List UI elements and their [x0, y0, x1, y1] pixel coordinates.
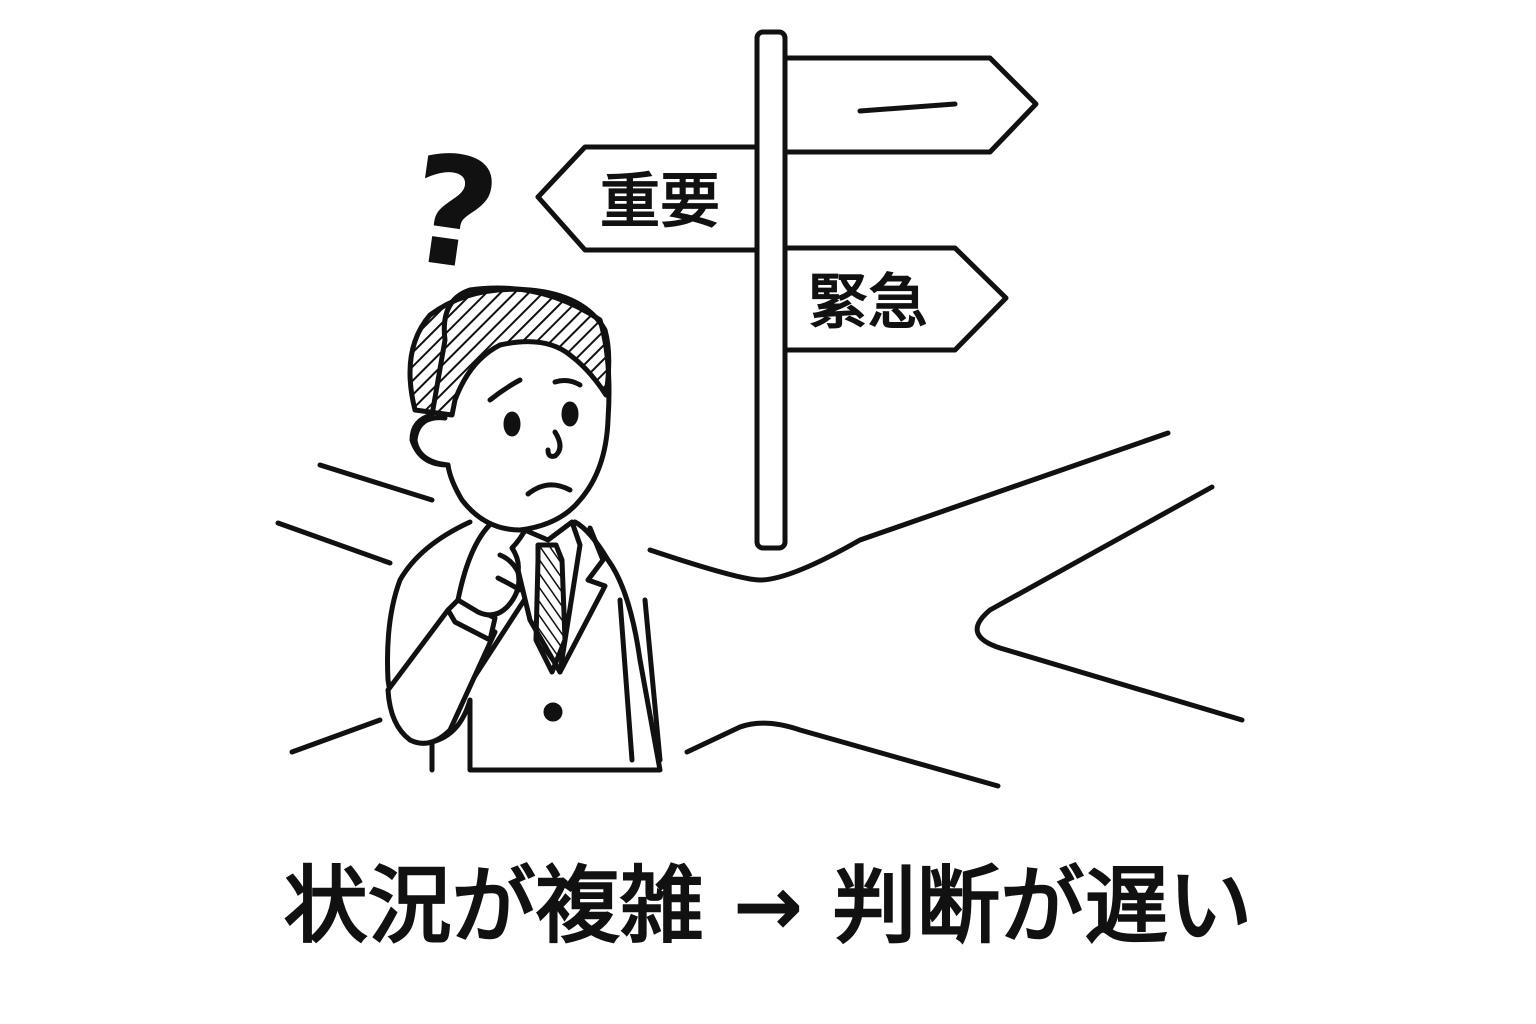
- jacket-button: [543, 702, 563, 722]
- necktie: [533, 542, 568, 675]
- signpost-pole: [754, 29, 788, 551]
- right-sign-label: 緊急: [808, 268, 928, 338]
- left-sign-label: 重要: [600, 167, 720, 237]
- illustration: 重要 緊急 ? 状況が複雑 → 判断が遅い: [0, 0, 1536, 1024]
- caption: 状況が複雑 → 判断が遅い: [284, 857, 1253, 955]
- left-eye: [503, 411, 521, 437]
- right-eye: [561, 401, 579, 427]
